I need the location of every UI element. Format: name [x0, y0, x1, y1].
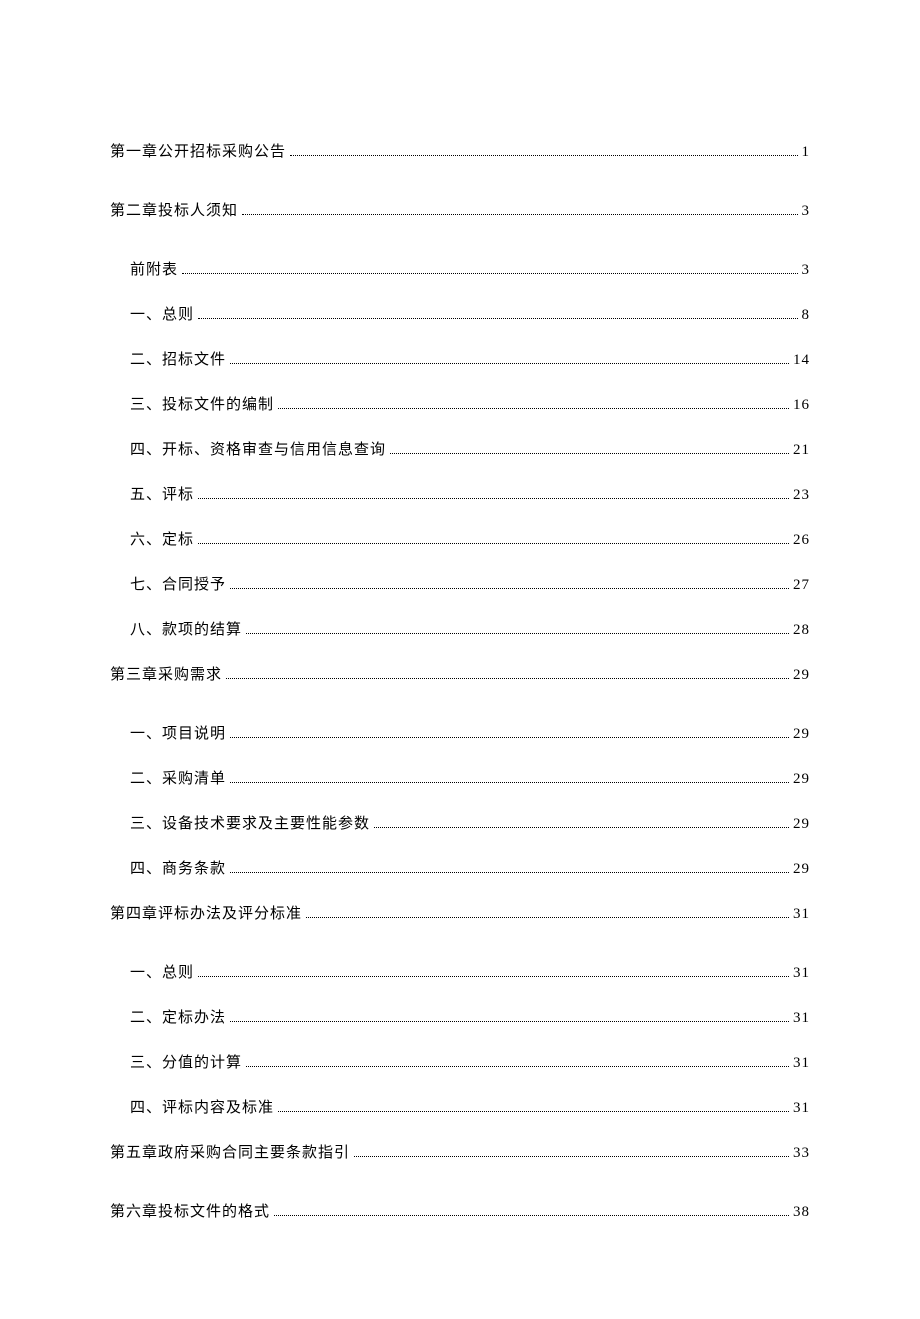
toc-page-number: 16: [793, 397, 810, 414]
toc-entry: 第一章公开招标采购公告 1: [110, 140, 810, 161]
toc-leader-dots: [182, 272, 797, 274]
toc-entry: 二、招标文件 14: [110, 348, 810, 369]
toc-entry: 五、评标 23: [110, 483, 810, 504]
toc-page-number: 38: [793, 1204, 810, 1221]
toc-page-number: 31: [793, 906, 810, 923]
toc-leader-dots: [226, 677, 789, 679]
toc-page-number: 3: [802, 262, 811, 279]
toc-leader-dots: [198, 497, 789, 499]
toc-leader-dots: [230, 781, 789, 783]
toc-label: 一、总则: [130, 303, 194, 324]
toc-label: 四、开标、资格审查与信用信息查询: [130, 438, 386, 459]
toc-label: 六、定标: [130, 528, 194, 549]
toc-page-number: 31: [793, 1010, 810, 1027]
toc-page-number: 26: [793, 532, 810, 549]
toc-label: 二、招标文件: [130, 348, 226, 369]
toc-label: 四、商务条款: [130, 857, 226, 878]
toc-leader-dots: [274, 1214, 789, 1216]
toc-leader-dots: [230, 587, 789, 589]
toc-entry: 第六章投标文件的格式 38: [110, 1200, 810, 1221]
toc-label: 五、评标: [130, 483, 194, 504]
toc-entry: 第二章投标人须知 3: [110, 199, 810, 220]
toc-page-number: 31: [793, 965, 810, 982]
toc-leader-dots: [230, 1020, 789, 1022]
toc-label: 二、采购清单: [130, 767, 226, 788]
toc-page-number: 27: [793, 577, 810, 594]
toc-entry: 一、总则 8: [110, 303, 810, 324]
toc-label: 一、项目说明: [130, 722, 226, 743]
toc-page-number: 31: [793, 1100, 810, 1117]
toc-entry: 一、项目说明 29: [110, 722, 810, 743]
toc-label: 八、款项的结算: [130, 618, 242, 639]
toc-leader-dots: [374, 826, 789, 828]
toc-label: 三、分值的计算: [130, 1051, 242, 1072]
toc-entry: 六、定标 26: [110, 528, 810, 549]
toc-label: 第六章投标文件的格式: [110, 1200, 270, 1221]
toc-page-number: 21: [793, 442, 810, 459]
toc-leader-dots: [230, 871, 789, 873]
toc-page-number: 29: [793, 816, 810, 833]
toc-leader-dots: [230, 736, 789, 738]
toc-leader-dots: [230, 362, 789, 364]
toc-leader-dots: [246, 632, 789, 634]
toc-page-number: 31: [793, 1055, 810, 1072]
toc-label: 第二章投标人须知: [110, 199, 238, 220]
toc-entry: 第四章评标办法及评分标准 31: [110, 902, 810, 923]
toc-leader-dots: [290, 154, 797, 156]
toc-label: 三、投标文件的编制: [130, 393, 274, 414]
toc-entry: 四、商务条款 29: [110, 857, 810, 878]
toc-leader-dots: [198, 317, 797, 319]
toc-page-number: 8: [802, 307, 811, 324]
toc-label: 一、总则: [130, 961, 194, 982]
toc-page-number: 29: [793, 667, 810, 684]
toc-entry: 三、投标文件的编制 16: [110, 393, 810, 414]
toc-entry: 一、总则 31: [110, 961, 810, 982]
toc-leader-dots: [198, 975, 789, 977]
toc-page-number: 33: [793, 1145, 810, 1162]
table-of-contents: 第一章公开招标采购公告 1 第二章投标人须知 3 前附表 3 一、总则 8 二、…: [110, 140, 810, 1221]
toc-leader-dots: [198, 542, 789, 544]
toc-label: 三、设备技术要求及主要性能参数: [130, 812, 370, 833]
toc-leader-dots: [390, 452, 789, 454]
toc-entry: 前附表 3: [110, 258, 810, 279]
toc-entry: 第三章采购需求 29: [110, 663, 810, 684]
toc-label: 第四章评标办法及评分标准: [110, 902, 302, 923]
toc-entry: 第五章政府采购合同主要条款指引 33: [110, 1141, 810, 1162]
toc-entry: 八、款项的结算 28: [110, 618, 810, 639]
toc-entry: 四、评标内容及标准 31: [110, 1096, 810, 1117]
toc-leader-dots: [354, 1155, 789, 1157]
toc-entry: 三、分值的计算 31: [110, 1051, 810, 1072]
toc-page-number: 14: [793, 352, 810, 369]
toc-leader-dots: [278, 1110, 789, 1112]
toc-label: 第一章公开招标采购公告: [110, 140, 286, 161]
toc-page-number: 28: [793, 622, 810, 639]
toc-entry: 四、开标、资格审查与信用信息查询 21: [110, 438, 810, 459]
toc-page-number: 29: [793, 726, 810, 743]
toc-label: 二、定标办法: [130, 1006, 226, 1027]
toc-entry: 二、采购清单 29: [110, 767, 810, 788]
toc-page-number: 29: [793, 861, 810, 878]
toc-label: 四、评标内容及标准: [130, 1096, 274, 1117]
toc-page-number: 23: [793, 487, 810, 504]
toc-entry: 七、合同授予 27: [110, 573, 810, 594]
toc-leader-dots: [246, 1065, 789, 1067]
toc-page-number: 29: [793, 771, 810, 788]
toc-entry: 三、设备技术要求及主要性能参数 29: [110, 812, 810, 833]
toc-page-number: 3: [802, 203, 811, 220]
toc-leader-dots: [278, 407, 789, 409]
toc-leader-dots: [306, 916, 789, 918]
toc-label: 前附表: [130, 258, 178, 279]
toc-label: 第五章政府采购合同主要条款指引: [110, 1141, 350, 1162]
toc-entry: 二、定标办法 31: [110, 1006, 810, 1027]
toc-page-number: 1: [802, 144, 811, 161]
toc-label: 七、合同授予: [130, 573, 226, 594]
toc-label: 第三章采购需求: [110, 663, 222, 684]
document-page: 第一章公开招标采购公告 1 第二章投标人须知 3 前附表 3 一、总则 8 二、…: [0, 0, 920, 1319]
toc-leader-dots: [242, 213, 797, 215]
